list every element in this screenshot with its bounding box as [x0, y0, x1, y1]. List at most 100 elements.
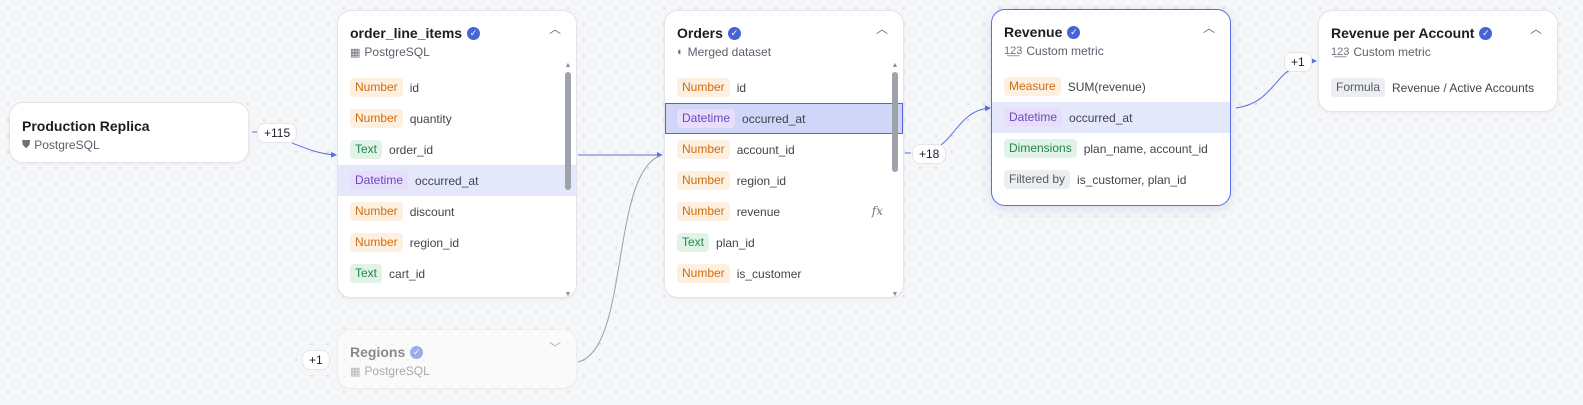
wire-orders-to-revenue	[932, 105, 991, 151]
table-icon: ▦	[350, 365, 361, 378]
node-title: Orders	[677, 25, 723, 41]
metric-label-chip: Measure	[1004, 77, 1061, 96]
type-chip: Number	[350, 233, 403, 252]
field-row[interactable]: Number id	[665, 72, 903, 103]
type-chip: Datetime	[350, 171, 409, 190]
metric-rows: Formula Revenue / Active Accounts	[1319, 72, 1557, 103]
scrollbar[interactable]: ▲ ▼	[890, 62, 900, 299]
verified-icon: ✓	[410, 345, 424, 359]
metric-icon: 1̲2̲3	[1331, 46, 1350, 58]
field-name: occurred_at	[415, 173, 479, 188]
field-list[interactable]: Number id Datetime occurred_at Number accou…	[665, 62, 903, 298]
verified-icon: ✓	[727, 26, 741, 40]
node-orders[interactable]: Orders ✓ ◐ Merged dataset ︿ Number id Dat…	[664, 10, 904, 298]
field-row[interactable]: Text cart_id	[338, 258, 576, 289]
type-chip: Number	[350, 202, 403, 221]
node-subtitle: Merged dataset	[687, 45, 772, 59]
type-chip: Number	[350, 78, 403, 97]
type-chip: Number	[350, 109, 403, 128]
metric-row[interactable]: Formula Revenue / Active Accounts	[1319, 72, 1557, 103]
field-row-selected[interactable]: Datetime occurred_at	[665, 103, 903, 134]
metric-label-chip: Datetime	[1004, 108, 1063, 127]
node-subtitle: PostgreSQL	[34, 138, 100, 152]
node-revenue[interactable]: Revenue ✓ 1̲2̲3 Custom metric ︿ Measure S…	[991, 9, 1231, 206]
collapse-chevron-icon[interactable]: ︿	[548, 22, 562, 36]
field-name: id	[409, 80, 420, 95]
type-chip: Number	[677, 140, 730, 159]
type-chip: Datetime	[677, 109, 736, 128]
metric-value: Revenue / Active Accounts	[1392, 80, 1535, 95]
field-name: cart_id	[389, 266, 426, 281]
field-row[interactable]: Number quantity	[338, 103, 576, 134]
metric-row[interactable]: Datetime occurred_at	[992, 102, 1230, 133]
wire-replica-to-order-line-items	[291, 142, 337, 158]
field-row[interactable]: Number region_id	[665, 165, 903, 196]
field-name: occurred_at	[742, 111, 806, 126]
field-row[interactable]: Number is_customer	[665, 258, 903, 289]
metric-rows: Measure SUM(revenue) Datetime occurred_at …	[992, 71, 1230, 195]
wire-regions-to-orders	[577, 154, 663, 363]
scroll-thumb[interactable]	[565, 72, 571, 190]
scroll-thumb[interactable]	[892, 72, 898, 172]
metric-row[interactable]: Measure SUM(revenue)	[992, 71, 1230, 102]
collapse-chevron-icon[interactable]: ︿	[1529, 22, 1543, 36]
metric-label-chip: Dimensions	[1004, 139, 1077, 158]
connection-count-badge[interactable]: +1	[1284, 52, 1312, 72]
field-list[interactable]: Number id Number quantity Text order_id Dat…	[338, 62, 576, 298]
type-chip: Text	[350, 264, 383, 283]
field-name: quantity	[409, 111, 452, 126]
scroll-down-icon[interactable]: ▼	[564, 291, 572, 299]
merge-icon: ◐	[677, 46, 684, 58]
field-name: account_id	[736, 142, 795, 157]
expand-chevron-icon[interactable]: ﹀	[548, 341, 562, 355]
scroll-up-icon[interactable]: ▲	[891, 62, 899, 70]
node-revenue-per-account[interactable]: Revenue per Account ✓ 1̲2̲3 Custom metri…	[1318, 10, 1558, 112]
type-chip: Text	[350, 140, 383, 159]
field-row[interactable]: Number revenue fx	[665, 196, 903, 227]
metric-row[interactable]: Filtered by is_customer, plan_id	[992, 164, 1230, 195]
field-row[interactable]: Number discount	[338, 196, 576, 227]
scroll-up-icon[interactable]: ▲	[564, 62, 572, 70]
connection-count-badge[interactable]: +1	[302, 350, 330, 370]
metric-label-chip: Formula	[1331, 78, 1386, 97]
node-subtitle: Custom metric	[1026, 44, 1104, 58]
node-subtitle: Custom metric	[1353, 45, 1431, 59]
field-name: region_id	[409, 235, 460, 250]
field-row[interactable]: Number id	[338, 72, 576, 103]
type-chip: Text	[677, 233, 710, 252]
field-name: plan_id	[716, 235, 755, 250]
verified-icon: ✓	[1479, 26, 1493, 40]
node-production-replica[interactable]: Production Replica ⛊ PostgreSQL	[9, 102, 249, 163]
field-name: region_id	[736, 173, 787, 188]
type-chip: Number	[677, 202, 730, 221]
field-name: id	[736, 80, 747, 95]
field-name: discount	[409, 204, 455, 219]
node-order-line-items[interactable]: order_line_items ✓ ▦ PostgreSQL ︿ Number…	[337, 10, 577, 298]
field-row[interactable]: Text order_id	[338, 134, 576, 165]
connection-count-badge[interactable]: +115	[257, 123, 298, 143]
scroll-down-icon[interactable]: ▼	[891, 291, 899, 299]
scrollbar[interactable]: ▲ ▼	[563, 62, 573, 299]
collapse-chevron-icon[interactable]: ︿	[1202, 21, 1216, 35]
field-name: revenue	[736, 204, 781, 219]
connection-count-badge[interactable]: +18	[912, 144, 947, 164]
node-title: Regions	[350, 344, 406, 360]
field-name: order_id	[389, 142, 434, 157]
node-regions[interactable]: Regions ✓ ▦ PostgreSQL ﹀	[337, 329, 577, 389]
type-chip: Number	[677, 171, 730, 190]
field-row[interactable]: Text plan_id	[665, 227, 903, 258]
collapse-chevron-icon[interactable]: ︿	[875, 22, 889, 36]
field-row[interactable]: Datetime occurred_at	[338, 165, 576, 196]
field-row[interactable]: Number region_id	[338, 227, 576, 258]
metric-value: plan_name, account_id	[1083, 141, 1208, 156]
metric-label-chip: Filtered by	[1004, 170, 1071, 189]
verified-icon: ✓	[1067, 25, 1081, 39]
formula-icon: fx	[871, 204, 883, 218]
node-title: Revenue per Account	[1331, 25, 1475, 41]
type-chip: Number	[677, 264, 730, 283]
database-icon: ⛊	[22, 138, 31, 151]
field-row[interactable]: Number account_id	[665, 134, 903, 165]
metric-row[interactable]: Dimensions plan_name, account_id	[992, 133, 1230, 164]
field-name: is_customer	[736, 266, 802, 281]
node-title: Revenue	[1004, 24, 1063, 40]
